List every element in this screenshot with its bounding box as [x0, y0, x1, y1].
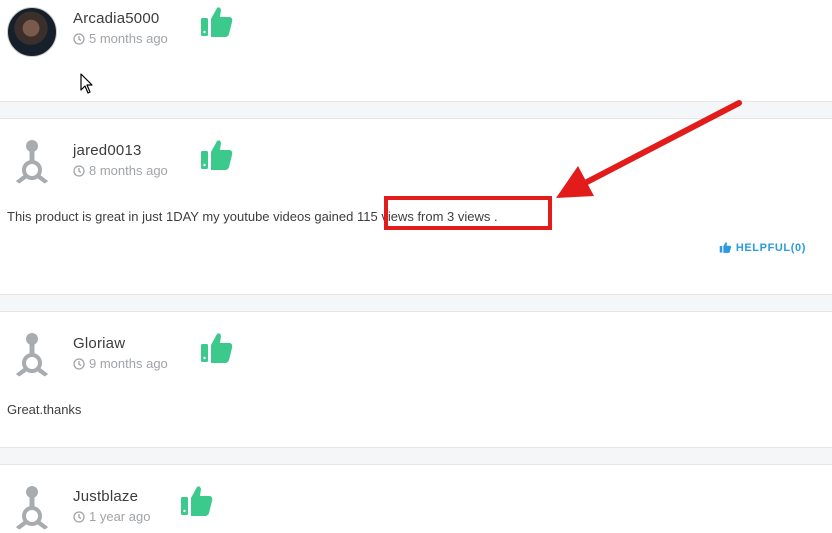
default-avatar[interactable] [7, 330, 57, 380]
review-time: 5 months ago [73, 31, 168, 46]
highlight-box [384, 196, 552, 230]
review-username[interactable]: jared0013 [73, 142, 142, 159]
default-avatar-icon [12, 333, 52, 379]
review-username[interactable]: Justblaze [73, 488, 138, 505]
review-item: Arcadia5000 5 months ago [0, 0, 832, 101]
default-avatar-icon [12, 140, 52, 186]
mouse-cursor-icon [80, 73, 93, 94]
clock-icon [73, 357, 85, 370]
helpful-button[interactable]: HELPFUL(0) [719, 241, 806, 254]
thumbs-up-icon[interactable] [199, 137, 235, 173]
review-username[interactable]: Arcadia5000 [73, 10, 159, 27]
user-avatar[interactable] [7, 7, 57, 57]
clock-icon [73, 164, 85, 177]
thumbs-up-icon[interactable] [179, 483, 215, 519]
thumbs-up-icon [719, 242, 731, 253]
review-text: Great.thanks [7, 402, 82, 417]
review-time-text: 5 months ago [89, 31, 168, 46]
review-separator [0, 294, 832, 312]
review-item: jared0013 8 months ago This product is g… [0, 119, 832, 294]
review-time: 8 months ago [73, 163, 168, 178]
review-time: 9 months ago [73, 356, 168, 371]
thumbs-up-icon[interactable] [199, 4, 235, 40]
review-separator [0, 447, 832, 465]
review-separator [0, 101, 832, 119]
default-avatar[interactable] [7, 483, 57, 533]
default-avatar-icon [12, 486, 52, 532]
review-time-text: 1 year ago [89, 509, 151, 524]
clock-icon [73, 510, 85, 523]
review-text-main: This product is great in just 1DAY my yo… [7, 209, 357, 224]
review-time-text: 9 months ago [89, 356, 168, 371]
clock-icon [73, 32, 85, 45]
review-time-text: 8 months ago [89, 163, 168, 178]
review-username[interactable]: Gloriaw [73, 335, 125, 352]
default-avatar[interactable] [7, 137, 57, 187]
helpful-label: HELPFUL(0) [735, 241, 806, 254]
review-time: 1 year ago [73, 509, 150, 524]
review-item: Justblaze 1 year ago [0, 465, 832, 532]
review-item: Gloriaw 9 months ago Great.thanks [0, 312, 832, 447]
thumbs-up-icon[interactable] [199, 330, 235, 366]
